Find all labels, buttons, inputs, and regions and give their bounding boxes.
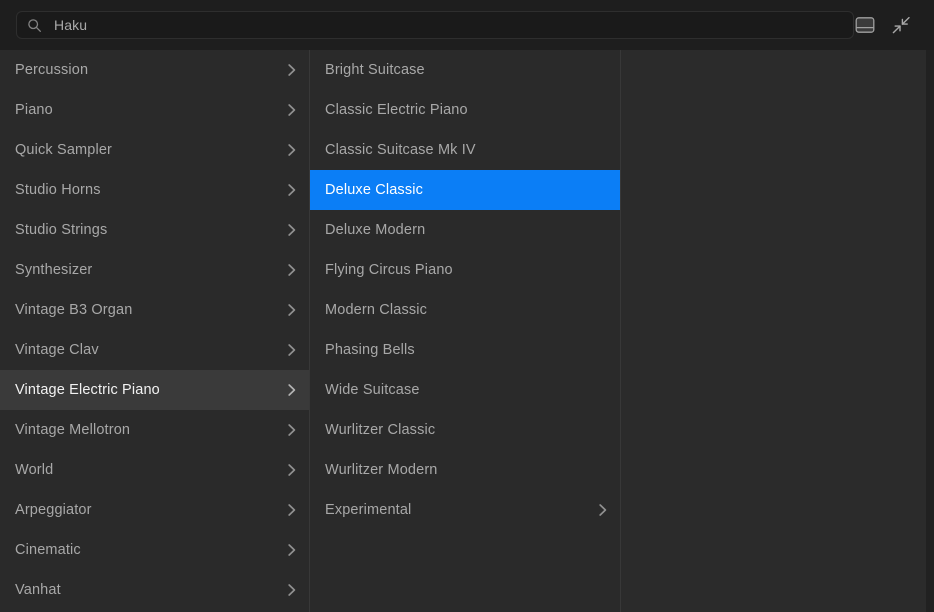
list-item-label: Classic Electric Piano bbox=[325, 103, 608, 118]
list-item-label: Classic Suitcase Mk IV bbox=[325, 143, 608, 158]
panel-layout-button[interactable] bbox=[854, 14, 876, 36]
chevron-right-icon bbox=[287, 263, 297, 277]
header-actions bbox=[854, 14, 926, 36]
browser-header: Haku bbox=[0, 0, 934, 50]
collapse-arrows-icon bbox=[891, 15, 911, 35]
chevron-right-icon bbox=[598, 503, 608, 517]
chevron-right-icon bbox=[287, 503, 297, 517]
list-item[interactable]: Quick Sampler bbox=[0, 130, 309, 170]
list-item[interactable]: Vintage Electric Piano bbox=[0, 370, 309, 410]
list-item-label: Arpeggiator bbox=[15, 503, 279, 518]
list-item[interactable]: World bbox=[0, 450, 309, 490]
chevron-right-icon bbox=[287, 463, 297, 477]
chevron-right-icon bbox=[287, 583, 297, 597]
search-icon bbox=[27, 18, 42, 33]
list-item[interactable]: Wurlitzer Classic bbox=[310, 410, 620, 450]
list-item-label: Deluxe Classic bbox=[325, 183, 608, 198]
list-item[interactable]: Experimental bbox=[310, 490, 620, 530]
list-item-label: Studio Horns bbox=[15, 183, 279, 198]
list-item-label: Quick Sampler bbox=[15, 143, 279, 158]
chevron-right-icon bbox=[287, 143, 297, 157]
list-item[interactable]: Vintage B3 Organ bbox=[0, 290, 309, 330]
chevron-right-icon bbox=[287, 343, 297, 357]
list-item[interactable]: Wurlitzer Modern bbox=[310, 450, 620, 490]
list-item-label: Vintage B3 Organ bbox=[15, 303, 279, 318]
column-detail[interactable] bbox=[621, 50, 934, 612]
list-item[interactable]: Vintage Mellotron bbox=[0, 410, 309, 450]
list-item[interactable]: Classic Suitcase Mk IV bbox=[310, 130, 620, 170]
list-item-label: Wurlitzer Classic bbox=[325, 423, 608, 438]
column-presets[interactable]: Bright Suitcase Classic Electric Piano Cla… bbox=[310, 50, 621, 612]
list-item-label: World bbox=[15, 463, 279, 478]
list-item-label: Studio Strings bbox=[15, 223, 279, 238]
collapse-button[interactable] bbox=[890, 14, 912, 36]
chevron-right-icon bbox=[287, 543, 297, 557]
list-item[interactable]: Bright Suitcase bbox=[310, 50, 620, 90]
column-browser: Percussion Piano Quick Sampler Studio Horns… bbox=[0, 50, 934, 612]
list-item-label: Vintage Mellotron bbox=[15, 423, 279, 438]
chevron-right-icon bbox=[287, 103, 297, 117]
chevron-right-icon bbox=[287, 423, 297, 437]
list-item[interactable]: Synthesizer bbox=[0, 250, 309, 290]
list-item[interactable]: Studio Horns bbox=[0, 170, 309, 210]
list-item-label: Wide Suitcase bbox=[325, 383, 608, 398]
list-item[interactable]: Vanhat bbox=[0, 570, 309, 610]
list-item[interactable]: Percussion bbox=[0, 50, 309, 90]
list-item[interactable]: Wide Suitcase bbox=[310, 370, 620, 410]
list-item-label: Wurlitzer Modern bbox=[325, 463, 608, 478]
search-input[interactable]: Haku bbox=[54, 18, 87, 32]
list-item-label: Bright Suitcase bbox=[325, 63, 608, 78]
list-item-label: Synthesizer bbox=[15, 263, 279, 278]
list-item[interactable]: Arpeggiator bbox=[0, 490, 309, 530]
list-item-label: Deluxe Modern bbox=[325, 223, 608, 238]
list-item-label: Piano bbox=[15, 103, 279, 118]
list-item-label: Modern Classic bbox=[325, 303, 608, 318]
list-item[interactable]: Studio Strings bbox=[0, 210, 309, 250]
list-item[interactable]: Phasing Bells bbox=[310, 330, 620, 370]
list-item[interactable]: Deluxe Modern bbox=[310, 210, 620, 250]
column-categories[interactable]: Percussion Piano Quick Sampler Studio Horns… bbox=[0, 50, 310, 612]
list-item-label: Phasing Bells bbox=[325, 343, 608, 358]
search-field[interactable]: Haku bbox=[16, 11, 854, 39]
patch-browser-window: Haku PercussionPianoQuick SamplerStu bbox=[0, 0, 934, 612]
list-item[interactable]: Vintage Clav bbox=[0, 330, 309, 370]
list-item[interactable]: Deluxe Classic bbox=[310, 170, 620, 210]
panel-layout-icon bbox=[855, 16, 875, 34]
chevron-right-icon bbox=[287, 223, 297, 237]
chevron-right-icon bbox=[287, 383, 297, 397]
chevron-right-icon bbox=[287, 63, 297, 77]
list-item[interactable]: Flying Circus Piano bbox=[310, 250, 620, 290]
chevron-right-icon bbox=[287, 183, 297, 197]
list-item[interactable]: Piano bbox=[0, 90, 309, 130]
list-item-label: Experimental bbox=[325, 503, 590, 518]
list-item-label: Vanhat bbox=[15, 583, 279, 598]
list-item[interactable]: Modern Classic bbox=[310, 290, 620, 330]
list-item[interactable]: Classic Electric Piano bbox=[310, 90, 620, 130]
list-item[interactable]: Cinematic bbox=[0, 530, 309, 570]
list-item-label: Percussion bbox=[15, 63, 279, 78]
list-item-label: Cinematic bbox=[15, 543, 279, 558]
list-item-label: Vintage Clav bbox=[15, 343, 279, 358]
list-item-label: Flying Circus Piano bbox=[325, 263, 608, 278]
chevron-right-icon bbox=[287, 303, 297, 317]
list-item-label: Vintage Electric Piano bbox=[15, 383, 279, 398]
